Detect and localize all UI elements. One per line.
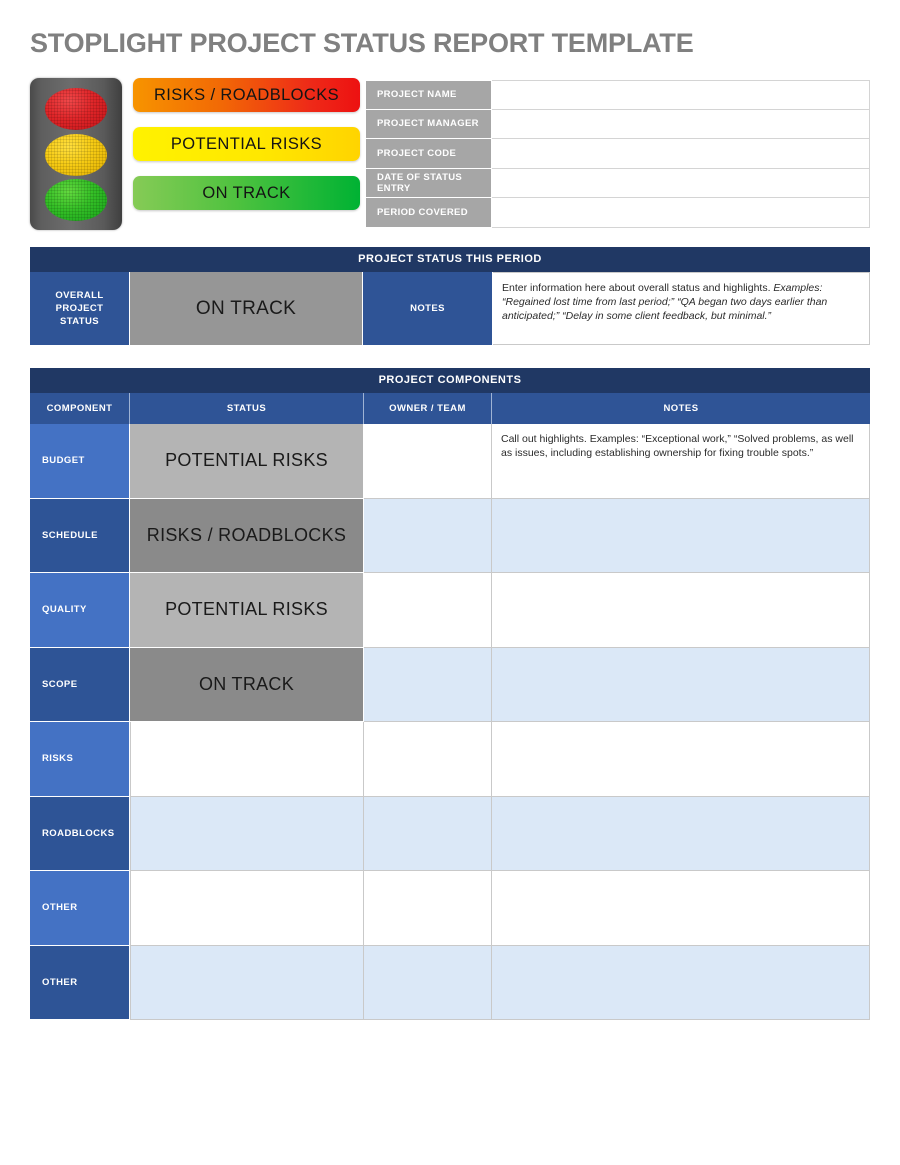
field-label-project-code: PROJECT CODE xyxy=(366,139,492,169)
component-label-scope: SCOPE xyxy=(30,647,130,722)
component-owner-risks[interactable] xyxy=(364,722,492,797)
legend-bar-potential-risks: POTENTIAL RISKS xyxy=(133,127,360,161)
component-notes-quality[interactable] xyxy=(492,573,870,648)
overall-notes-label: NOTES xyxy=(363,272,493,345)
component-notes-budget[interactable]: Call out highlights. Examples: “Exceptio… xyxy=(492,424,870,499)
table-row: SCHEDULE RISKS / ROADBLOCKS xyxy=(30,498,870,573)
component-owner-other-1[interactable] xyxy=(364,871,492,946)
overall-notes-intro: Enter information here about overall sta… xyxy=(502,282,771,294)
component-status-scope[interactable]: ON TRACK xyxy=(130,647,364,722)
component-owner-budget[interactable] xyxy=(364,424,492,499)
overall-project-status-label: OVERALL PROJECT STATUS xyxy=(30,272,130,345)
field-row-project-code: PROJECT CODE xyxy=(366,139,870,169)
component-status-roadblocks[interactable] xyxy=(130,796,364,871)
field-input-date-of-status-entry[interactable] xyxy=(492,168,870,198)
section-header-project-components: PROJECT COMPONENTS xyxy=(30,368,870,393)
field-row-project-name: PROJECT NAME xyxy=(366,80,870,110)
field-label-project-name: PROJECT NAME xyxy=(366,80,492,110)
field-input-project-code[interactable] xyxy=(492,139,870,169)
project-info-fields: PROJECT NAME PROJECT MANAGER PROJECT COD… xyxy=(366,80,870,228)
column-header-owner-team: OWNER / TEAM xyxy=(364,393,492,424)
table-row: QUALITY POTENTIAL RISKS xyxy=(30,573,870,648)
component-label-other-1: OTHER xyxy=(30,871,130,946)
field-label-date-of-status-entry: DATE OF STATUS ENTRY xyxy=(366,168,492,198)
field-input-project-name[interactable] xyxy=(492,80,870,110)
overall-status-row: OVERALL PROJECT STATUS ON TRACK NOTES En… xyxy=(30,272,870,345)
component-owner-scope[interactable] xyxy=(364,647,492,722)
column-header-status: STATUS xyxy=(130,393,364,424)
component-label-roadblocks: ROADBLOCKS xyxy=(30,796,130,871)
component-owner-schedule[interactable] xyxy=(364,498,492,573)
field-label-project-manager: PROJECT MANAGER xyxy=(366,109,492,139)
table-row: ROADBLOCKS xyxy=(30,796,870,871)
component-status-schedule[interactable]: RISKS / ROADBLOCKS xyxy=(130,498,364,573)
traffic-light-icon xyxy=(30,78,122,230)
component-notes-other-2[interactable] xyxy=(492,945,870,1020)
component-notes-roadblocks[interactable] xyxy=(492,796,870,871)
overall-label-line-3: STATUS xyxy=(60,316,99,327)
legend-bar-risks-roadblocks: RISKS / ROADBLOCKS xyxy=(133,78,360,112)
field-row-project-manager: PROJECT MANAGER xyxy=(366,109,870,139)
project-status-this-period-section: PROJECT STATUS THIS PERIOD OVERALL PROJE… xyxy=(30,247,870,345)
column-header-component: COMPONENT xyxy=(30,393,130,424)
component-notes-risks[interactable] xyxy=(492,722,870,797)
component-notes-other-1[interactable] xyxy=(492,871,870,946)
yellow-lamp-icon xyxy=(45,134,107,176)
overall-status-value[interactable]: ON TRACK xyxy=(130,272,363,345)
green-lamp-icon xyxy=(45,179,107,221)
table-row: RISKS xyxy=(30,722,870,797)
column-header-notes: NOTES xyxy=(492,393,870,424)
page-title: STOPLIGHT PROJECT STATUS REPORT TEMPLATE xyxy=(30,28,694,58)
component-label-risks: RISKS xyxy=(30,722,130,797)
table-row: OTHER xyxy=(30,945,870,1020)
overall-label-line-2: PROJECT xyxy=(55,303,104,314)
component-label-other-2: OTHER xyxy=(30,945,130,1020)
table-row: BUDGET POTENTIAL RISKS Call out highligh… xyxy=(30,424,870,499)
field-row-date-of-status-entry: DATE OF STATUS ENTRY xyxy=(366,168,870,198)
component-label-schedule: SCHEDULE xyxy=(30,498,130,573)
field-row-period-covered: PERIOD COVERED xyxy=(366,198,870,228)
legend-bar-on-track: ON TRACK xyxy=(133,176,360,210)
component-status-other-1[interactable] xyxy=(130,871,364,946)
component-status-quality[interactable]: POTENTIAL RISKS xyxy=(130,573,364,648)
component-owner-other-2[interactable] xyxy=(364,945,492,1020)
overall-notes-text[interactable]: Enter information here about overall sta… xyxy=(493,272,870,345)
component-owner-quality[interactable] xyxy=(364,573,492,648)
field-input-project-manager[interactable] xyxy=(492,109,870,139)
component-status-risks[interactable] xyxy=(130,722,364,797)
legend-block: RISKS / ROADBLOCKS POTENTIAL RISKS ON TR… xyxy=(30,78,360,230)
project-components-section: PROJECT COMPONENTS COMPONENT STATUS OWNE… xyxy=(30,368,870,1020)
component-notes-schedule[interactable] xyxy=(492,498,870,573)
component-label-quality: QUALITY xyxy=(30,573,130,648)
field-input-period-covered[interactable] xyxy=(492,198,870,228)
overall-label-line-1: OVERALL xyxy=(55,290,104,301)
component-status-budget[interactable]: POTENTIAL RISKS xyxy=(130,424,364,499)
components-header-row: COMPONENT STATUS OWNER / TEAM NOTES xyxy=(30,393,870,424)
component-owner-roadblocks[interactable] xyxy=(364,796,492,871)
table-row: OTHER xyxy=(30,871,870,946)
stoplight-status-report-page: STOPLIGHT PROJECT STATUS REPORT TEMPLATE… xyxy=(0,0,900,1165)
component-status-other-2[interactable] xyxy=(130,945,364,1020)
field-label-period-covered: PERIOD COVERED xyxy=(366,198,492,228)
table-row: SCOPE ON TRACK xyxy=(30,647,870,722)
section-header-project-status: PROJECT STATUS THIS PERIOD xyxy=(30,247,870,272)
legend-bars: RISKS / ROADBLOCKS POTENTIAL RISKS ON TR… xyxy=(133,78,360,210)
red-lamp-icon xyxy=(45,88,107,130)
component-notes-scope[interactable] xyxy=(492,647,870,722)
component-label-budget: BUDGET xyxy=(30,424,130,499)
